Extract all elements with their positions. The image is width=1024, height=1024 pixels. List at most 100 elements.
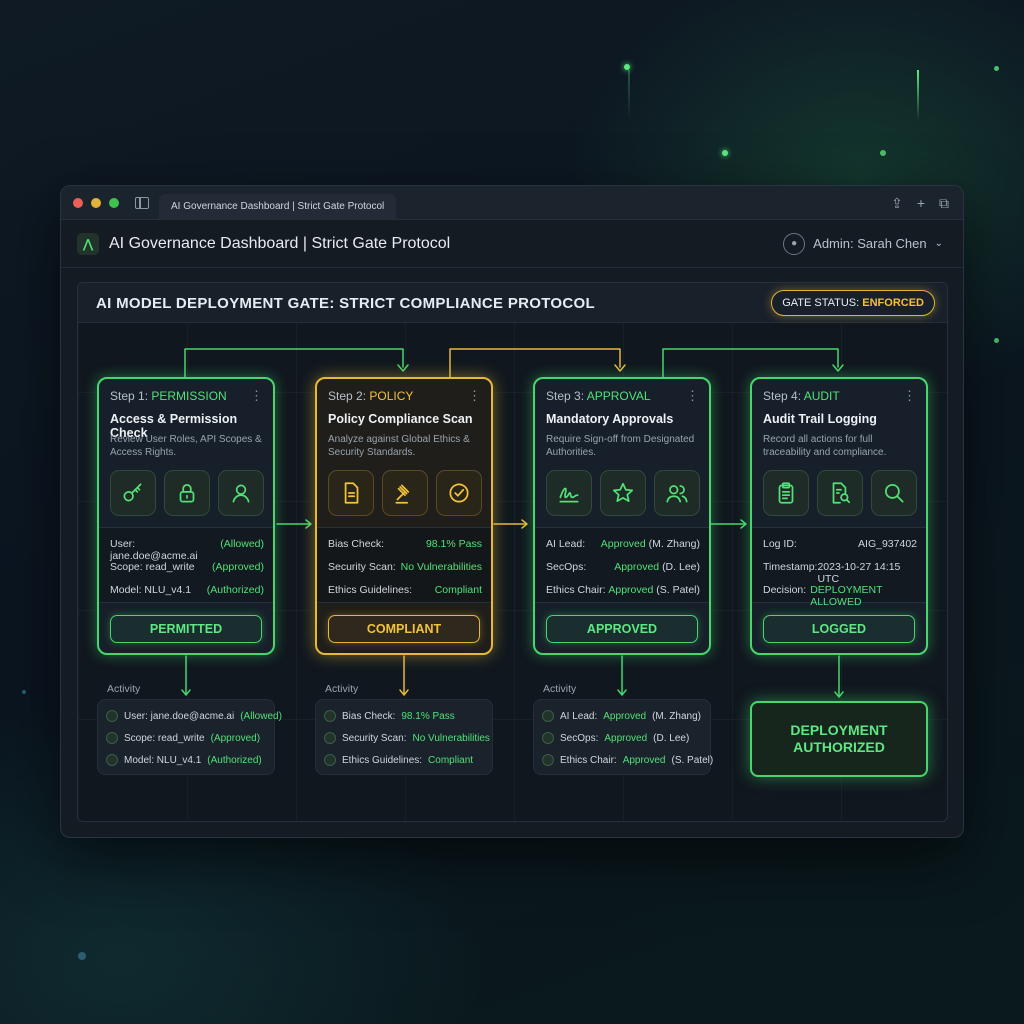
app-header: ⋀ AI Governance Dashboard | Strict Gate … <box>61 220 963 268</box>
signature-icon[interactable] <box>546 470 592 516</box>
admin-name: Admin: Sarah Chen <box>813 236 927 251</box>
gavel-icon <box>324 732 336 744</box>
app-logo-icon: ⋀ <box>77 232 99 255</box>
avatar: ● <box>783 232 806 255</box>
detail-row: Timestamp: 2023-10-27 14:15 UTC <box>763 561 901 585</box>
app-title: AI Governance Dashboard | Strict Gate Pr… <box>109 234 451 252</box>
ai-icon <box>542 710 554 722</box>
step-card-permission[interactable]: Step 1: PERMISSION ⋮ Access & Permission… <box>97 377 275 655</box>
activity-label: Activity <box>543 683 577 695</box>
detail-row: Ethics Guidelines: Compliant <box>328 584 482 596</box>
bg-dot <box>994 66 999 71</box>
card-icons <box>328 470 482 516</box>
card-details: Log ID: AIG_937402 Timestamp: 2023-10-27 1… <box>752 527 926 608</box>
activity-item: Security Scan: No Vulnerabilities <box>324 732 490 744</box>
gate-status-value: ENFORCED <box>862 297 924 309</box>
more-options-icon[interactable]: ⋮ <box>468 388 481 404</box>
card-details: AI Lead: Approved (M. Zhang) SecOps: Appro… <box>535 527 709 603</box>
step-label: Step 1: PERMISSION <box>110 389 227 403</box>
detail-row: User: jane.doe@acme.ai (Allowed) <box>110 538 264 562</box>
step-label: Step 3: APPROVAL <box>546 389 651 403</box>
deployment-line-1: DEPLOYMENT <box>790 722 888 738</box>
activity-item: SecOps: Approved (D. Lee) <box>542 732 706 744</box>
card-icons <box>110 470 264 516</box>
bg-dot <box>78 952 86 960</box>
bg-dot <box>22 690 26 694</box>
user-icon[interactable] <box>218 470 264 516</box>
activity-item: Model: NLU_v4.1 (Authorized) <box>106 754 270 766</box>
minimize-window-button[interactable] <box>91 197 101 208</box>
document-icon[interactable] <box>328 470 374 516</box>
shield-icon <box>542 732 554 744</box>
card-details: User: jane.doe@acme.ai (Allowed) Scope: r… <box>99 527 273 603</box>
card-icons <box>763 470 917 516</box>
approved-button[interactable]: APPROVED <box>546 615 698 643</box>
user-icon <box>106 710 118 722</box>
new-tab-icon[interactable]: + <box>917 195 925 211</box>
activity-log-permission: User: jane.doe@acme.ai (Allowed) Scope: r… <box>97 699 282 775</box>
panel-title: AI MODEL DEPLOYMENT GATE: STRICT COMPLIA… <box>96 295 595 312</box>
deployment-line-2: AUTHORIZED <box>793 739 885 755</box>
globe-icon <box>106 754 118 766</box>
detail-row: Bias Check: 98.1% Pass <box>328 538 482 550</box>
star-icon[interactable] <box>600 470 646 516</box>
deployment-authorized-badge: DEPLOYMENT AUTHORIZED <box>750 701 928 777</box>
key-icon[interactable] <box>110 470 156 516</box>
sidebar-toggle-icon[interactable] <box>135 196 149 209</box>
scope-icon <box>106 732 118 744</box>
search-icon[interactable] <box>871 470 917 516</box>
window-controls <box>73 197 119 208</box>
check-circle-icon[interactable] <box>436 470 482 516</box>
card-description: Review User Roles, API Scopes & Access R… <box>110 434 262 458</box>
lock-icon[interactable] <box>164 470 210 516</box>
card-description: Record all actions for full traceability… <box>763 434 887 458</box>
tabs-overview-icon[interactable]: ⧉ <box>939 195 949 212</box>
bg-light-streak <box>628 70 630 120</box>
activity-item: Bias Check: 98.1% Pass <box>324 710 488 722</box>
permitted-button[interactable]: PERMITTED <box>110 615 262 643</box>
browser-actions: ⇪ + ⧉ <box>891 186 949 220</box>
document-search-icon[interactable] <box>817 470 863 516</box>
more-options-icon[interactable]: ⋮ <box>250 388 263 404</box>
browser-titlebar: AI Governance Dashboard | Strict Gate Pr… <box>61 186 963 220</box>
activity-log-policy: Bias Check: 98.1% Pass Security Scan: No V… <box>315 699 493 775</box>
activity-log-approval: AI Lead: Approved (M. Zhang) SecOps: Approv… <box>533 699 713 775</box>
gavel-icon[interactable] <box>382 470 428 516</box>
step-card-policy[interactable]: Step 2: POLICY ⋮ Policy Compliance Scan … <box>315 377 493 655</box>
activity-label: Activity <box>107 683 141 695</box>
users-icon <box>542 754 554 766</box>
browser-tab[interactable]: AI Governance Dashboard | Strict Gate Pr… <box>159 193 397 220</box>
close-window-button[interactable] <box>73 197 83 208</box>
detail-row: Model: NLU_v4.1 (Authorized) <box>110 584 264 596</box>
detail-row: Ethics Chair: Approved (S. Patel) <box>546 584 700 596</box>
card-description: Require Sign-off from Designated Authori… <box>546 434 695 458</box>
card-icons <box>546 470 700 516</box>
bg-light-streak <box>917 70 919 120</box>
activity-item: User: jane.doe@acme.ai (Allowed) <box>106 710 282 722</box>
detail-row: AI Lead: Approved (M. Zhang) <box>546 538 700 550</box>
clipboard-icon[interactable] <box>763 470 809 516</box>
share-icon[interactable]: ⇪ <box>891 195 903 212</box>
more-options-icon[interactable]: ⋮ <box>903 388 916 404</box>
panel-header: AI MODEL DEPLOYMENT GATE: STRICT COMPLIA… <box>78 283 947 323</box>
detail-row: SecOps: Approved (D. Lee) <box>546 561 700 573</box>
activity-item: AI Lead: Approved (M. Zhang) <box>542 710 706 722</box>
chevron-down-icon: ⌄ <box>934 238 943 249</box>
users-icon[interactable] <box>654 470 700 516</box>
gate-status-badge: GATE STATUS: ENFORCED <box>771 290 935 316</box>
step-label: Step 2: POLICY <box>328 389 414 403</box>
user-menu[interactable]: ● Admin: Sarah Chen ⌄ <box>783 232 943 255</box>
check-icon <box>324 710 336 722</box>
step-card-approval[interactable]: Step 3: APPROVAL ⋮ Mandatory Approvals R… <box>533 377 711 655</box>
activity-item: Ethics Guidelines: Compliant <box>324 754 488 766</box>
more-options-icon[interactable]: ⋮ <box>686 388 699 404</box>
detail-row: Security Scan: No Vulnerabilities <box>328 561 482 573</box>
card-description: Analyze against Global Ethics & Security… <box>328 434 470 458</box>
activity-item: Scope: read_write (Approved) <box>106 732 270 744</box>
step-card-audit[interactable]: Step 4: AUDIT ⋮ Audit Trail Logging Reco… <box>750 377 928 655</box>
logged-button[interactable]: LOGGED <box>763 615 915 643</box>
step-label: Step 4: AUDIT <box>763 389 840 403</box>
maximize-window-button[interactable] <box>109 197 119 208</box>
compliant-button[interactable]: COMPLIANT <box>328 615 480 643</box>
check-icon <box>324 754 336 766</box>
